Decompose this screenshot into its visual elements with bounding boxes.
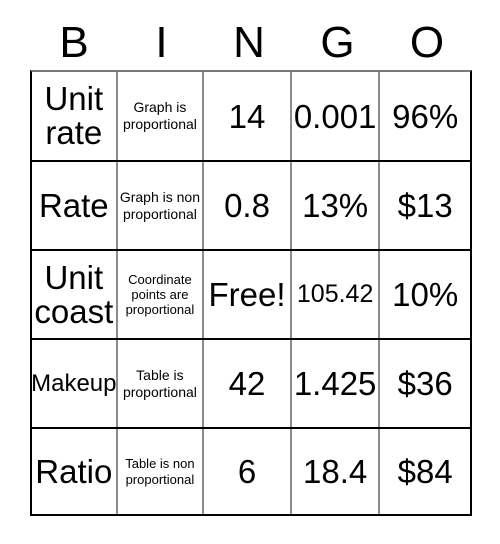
bingo-cell-o2[interactable]: $13	[380, 162, 470, 249]
bingo-card: B I N G O Unit rate Graph is proportiona…	[0, 0, 500, 544]
bingo-cell-i3[interactable]: Coordinate points are proportional	[118, 251, 205, 338]
bingo-cell-g2[interactable]: 13%	[292, 162, 381, 249]
bingo-cell-o3[interactable]: 10%	[380, 251, 470, 338]
bingo-cell-text: Graph is non proportional	[119, 188, 200, 222]
bingo-cell-o1[interactable]: 96%	[380, 72, 470, 160]
bingo-cell-text: 0.8	[224, 187, 270, 224]
bingo-cell-i4[interactable]: Table is proportional	[118, 340, 205, 427]
table-row: Rate Graph is non proportional 0.8 13% $…	[32, 162, 470, 251]
bingo-cell-text: 0.001	[293, 97, 377, 135]
bingo-cell-text: Graph is proportional	[122, 99, 197, 132]
bingo-cell-i1[interactable]: Graph is proportional	[118, 72, 205, 160]
bingo-cell-text: 13%	[302, 187, 369, 224]
bingo-cell-text: Table is proportional	[122, 366, 197, 400]
table-row: Ratio Table is non proportional 6 18.4 $…	[32, 429, 470, 514]
bingo-cell-text: 1.425	[293, 365, 377, 402]
bingo-cell-b2[interactable]: Rate	[32, 162, 118, 249]
bingo-cell-b4[interactable]: Makeup	[32, 340, 118, 427]
bingo-cell-text: Table is non proportional	[125, 456, 195, 487]
bingo-cell-n2[interactable]: 0.8	[204, 162, 292, 249]
column-header-i: I	[155, 18, 168, 67]
bingo-cell-i2[interactable]: Graph is non proportional	[118, 162, 205, 249]
column-header-o: O	[409, 18, 445, 67]
bingo-cell-n5[interactable]: 6	[204, 429, 292, 514]
bingo-cell-text: Rate	[38, 186, 109, 224]
bingo-cell-text: Makeup	[32, 369, 117, 397]
table-row: Unit rate Graph is proportional 14 0.001…	[32, 72, 470, 162]
bingo-cell-text: 14	[228, 97, 266, 135]
bingo-cell-text: Ratio	[35, 452, 113, 490]
bingo-cell-g5[interactable]: 18.4	[292, 429, 381, 514]
bingo-cell-g1[interactable]: 0.001	[292, 72, 381, 160]
bingo-cell-text: 96%	[392, 97, 459, 135]
bingo-header-row: B I N G O	[30, 16, 472, 70]
bingo-cell-n4[interactable]: 42	[204, 340, 292, 427]
bingo-cell-text: 6	[237, 453, 257, 490]
bingo-cell-text: 10%	[392, 276, 459, 313]
bingo-grid: Unit rate Graph is proportional 14 0.001…	[30, 70, 472, 516]
bingo-cell-n1[interactable]: 14	[204, 72, 292, 160]
bingo-cell-text: Coordinate points are proportional	[125, 271, 195, 318]
bingo-cell-g4[interactable]: 1.425	[292, 340, 381, 427]
bingo-cell-text: 42	[228, 365, 266, 402]
bingo-cell-b3[interactable]: Unit coast	[32, 251, 118, 338]
bingo-cell-i5[interactable]: Table is non proportional	[118, 429, 205, 514]
bingo-cell-text: $13	[397, 187, 453, 224]
column-header-n: N	[233, 18, 265, 67]
bingo-cell-o4[interactable]: $36	[380, 340, 470, 427]
bingo-cell-text: Unit rate	[44, 80, 104, 151]
bingo-cell-g3[interactable]: 105.42	[292, 251, 381, 338]
bingo-cell-free-space[interactable]: Free!	[204, 251, 292, 338]
bingo-cell-b1[interactable]: Unit rate	[32, 72, 118, 160]
bingo-cell-text: $36	[397, 365, 453, 402]
bingo-cell-o5[interactable]: $84	[380, 429, 470, 514]
table-row: Unit coast Coordinate points are proport…	[32, 251, 470, 340]
bingo-cell-b5[interactable]: Ratio	[32, 429, 118, 514]
bingo-cell-text: 18.4	[303, 453, 368, 490]
bingo-cell-text: Free!	[208, 276, 286, 313]
bingo-cell-text: Unit coast	[34, 258, 114, 330]
bingo-cell-text: $84	[397, 453, 453, 490]
bingo-cell-text: 105.42	[296, 280, 374, 308]
table-row: Makeup Table is proportional 42 1.425 $3…	[32, 340, 470, 429]
column-header-b: B	[59, 18, 89, 67]
column-header-g: G	[320, 18, 355, 67]
